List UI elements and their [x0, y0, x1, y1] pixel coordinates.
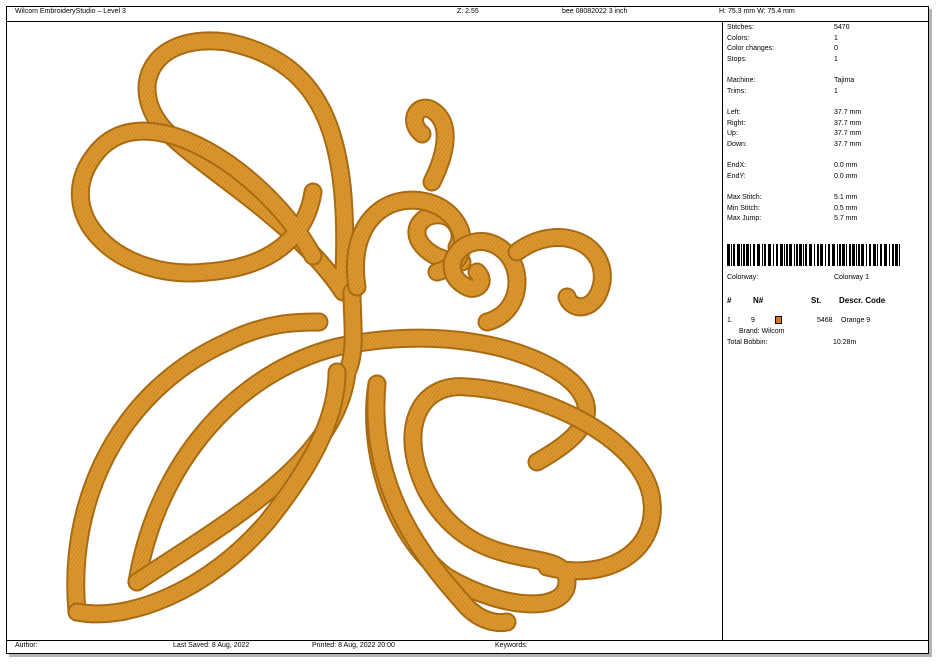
thread-color-swatch	[775, 316, 782, 324]
page-shadow-bottom	[9, 654, 932, 657]
barcode-bar	[794, 244, 795, 266]
barcode-bar	[786, 244, 788, 266]
stat-right: Right: 37.7 mm	[727, 120, 862, 127]
stat-machine: Machine: Tajima	[727, 77, 855, 84]
stat-max-stitch: Max Stitch: 5.1 mm	[727, 194, 858, 201]
barcode-bar	[737, 244, 740, 266]
stat-max-jump: Max Jump: 5.7 mm	[727, 215, 858, 222]
stat-stitches: Stitches: 5470	[727, 24, 850, 31]
barcode-bar	[892, 244, 894, 266]
barcode-bar	[842, 244, 845, 266]
barcode-bar	[803, 244, 804, 266]
barcode-bar	[776, 244, 778, 266]
barcode-bar	[799, 244, 802, 266]
barcode-bar	[817, 244, 819, 266]
barcode-bar	[789, 244, 792, 266]
stat-endy: EndY: 0.0 mm	[727, 173, 858, 180]
wing-right-loop-satin	[368, 377, 659, 611]
stat-color-changes: Color changes: 0	[727, 45, 838, 52]
design-size: H: 75.3 mm W: 75.4 mm	[719, 8, 795, 15]
barcode-bar	[762, 244, 763, 266]
barcode-bar	[731, 244, 732, 266]
barcode-bar	[820, 244, 823, 266]
barcode-bar	[750, 244, 751, 266]
barcode-bar	[805, 244, 807, 266]
barcode-bar	[832, 244, 835, 266]
stat-up: Up: 37.7 mm	[727, 130, 862, 137]
row-description: Orange 9	[841, 317, 871, 324]
zoom-level: Z: 2.55	[457, 8, 479, 15]
row-needle: 9	[751, 317, 755, 324]
barcode-bar	[873, 244, 876, 266]
page-shadow-right	[929, 9, 932, 657]
barcode-bar	[846, 244, 847, 266]
stitch-info-panel: Stitches: 5470 Colors: 1 Color changes: 0 S…	[723, 22, 928, 640]
barcode-bar	[849, 244, 851, 266]
barcode-bar	[880, 244, 882, 266]
sheet-footer: Author: Last Saved: 8 Aug, 2022 Printed:…	[7, 640, 928, 653]
barcode-bar	[837, 244, 838, 266]
embroidery-design	[66, 31, 662, 633]
stat-stops: Stops: 1	[727, 56, 838, 63]
barcode-bar	[825, 244, 826, 266]
barcode-bar	[828, 244, 830, 266]
barcode-bar	[764, 244, 766, 266]
barcode-bar	[796, 244, 798, 266]
sheet-header: Wilcom EmbroideryStudio – Level 3 Z: 2.5…	[7, 7, 928, 22]
footer-keywords: Keywords:	[495, 642, 528, 649]
barcode-bar	[733, 244, 735, 266]
total-bobbin-row: Total Bobbin: 10.28m	[727, 339, 857, 346]
stat-trims: Trims: 1	[727, 88, 838, 95]
barcode-bar	[839, 244, 841, 266]
footer-printed: Printed: 8 Aug, 2022 20:00	[312, 642, 395, 649]
barcode-bar	[746, 244, 749, 266]
stat-colors: Colors: 1	[727, 35, 838, 42]
barcode-bar	[784, 244, 785, 266]
col-header-descr: Descr. Code	[839, 296, 886, 305]
stat-endx: EndX: 0.0 mm	[727, 162, 858, 169]
barcode-bar	[858, 244, 860, 266]
app-title: Wilcom EmbroideryStudio – Level 3	[15, 8, 126, 15]
barcode-bar	[773, 244, 774, 266]
col-header-index: #	[727, 296, 732, 305]
design-canvas[interactable]	[7, 22, 723, 640]
barcode-bar	[861, 244, 864, 266]
barcode-bar	[852, 244, 855, 266]
head-swirl-3-satin	[445, 235, 524, 329]
barcode-image	[727, 244, 900, 266]
barcode-bar	[809, 244, 812, 266]
barcode-bar	[743, 244, 745, 266]
barcode-bar	[727, 244, 730, 266]
col-header-stitches: St.	[811, 296, 822, 305]
colorway-row: Colorway: Colorway 1	[727, 274, 870, 281]
footer-author: Author:	[15, 642, 38, 649]
barcode-bar	[757, 244, 760, 266]
design-name: bee 08082022 3 inch	[562, 8, 628, 15]
barcode-bar	[899, 244, 900, 266]
barcode-bar	[869, 244, 871, 266]
barcode-bar	[895, 244, 898, 266]
row-brand: Brand: Wilcom	[739, 328, 785, 335]
barcode-bar	[877, 244, 878, 266]
stat-left: Left: 37.7 mm	[727, 109, 862, 116]
stat-down: Down: 37.7 mm	[727, 141, 862, 148]
barcode-bar	[814, 244, 815, 266]
col-header-needle: N#	[753, 296, 764, 305]
stat-min-stitch: Min Stitch: 0.5 mm	[727, 205, 858, 212]
row-index: 1.	[727, 317, 733, 324]
barcode-bar	[753, 244, 755, 266]
barcode-bar	[780, 244, 783, 266]
row-stitches: 5468	[817, 317, 833, 324]
barcode-bar	[884, 244, 887, 266]
barcode-bar	[856, 244, 857, 266]
barcode-bar	[889, 244, 890, 266]
footer-last-saved: Last Saved: 8 Aug, 2022	[173, 642, 250, 649]
barcode-bar	[768, 244, 771, 266]
print-preview-sheet: Wilcom EmbroideryStudio – Level 3 Z: 2.5…	[6, 6, 929, 654]
barcode-bar	[866, 244, 867, 266]
barcode-bar	[741, 244, 742, 266]
